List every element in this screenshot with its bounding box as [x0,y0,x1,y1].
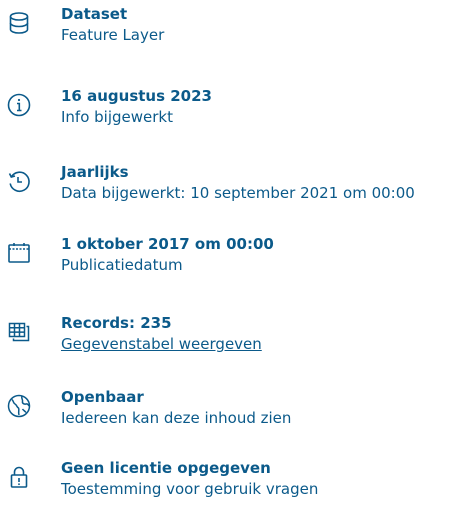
lock-icon [6,464,32,490]
view-data-table-link[interactable]: Gegevenstabel weergeven [61,333,473,355]
publication-date-subtitle: Publicatiedatum [61,256,183,274]
data-updated-subtitle: Data bijgewerkt: 10 september 2021 om 00… [61,184,415,202]
records-title: Records: 235 [61,314,172,332]
table-icon [6,319,32,345]
item-info-list: Dataset Feature Layer 16 augustus 2023 I… [0,0,473,507]
database-icon [6,10,32,36]
info-item-publication-date: 1 oktober 2017 om 00:00 Publicatiedatum [0,230,473,290]
info-item-info-updated: 16 augustus 2023 Info bijgewerkt [0,82,473,142]
license-title: Geen licentie opgegeven [61,459,271,477]
dataset-subtitle: Feature Layer [61,26,165,44]
update-frequency-title: Jaarlijks [61,163,129,181]
info-item-update-frequency: Jaarlijks Data bijgewerkt: 10 september … [0,158,473,218]
dataset-title: Dataset [61,5,128,23]
history-icon [6,168,32,194]
info-item-records: Records: 235 Gegevenstabel weergeven [0,309,473,369]
info-updated-title: 16 augustus 2023 [61,87,212,105]
calendar-icon [6,240,32,266]
info-updated-subtitle: Info bijgewerkt [61,108,173,126]
sharing-title: Openbaar [61,388,144,406]
info-item-license: Geen licentie opgegeven Toestemming voor… [0,454,473,507]
license-subtitle: Toestemming voor gebruik vragen [61,480,319,498]
info-icon [6,92,32,118]
sharing-subtitle: Iedereen kan deze inhoud zien [61,409,292,427]
info-item-dataset: Dataset Feature Layer [0,0,473,60]
globe-icon [6,393,32,419]
info-item-sharing: Openbaar Iedereen kan deze inhoud zien [0,383,473,443]
publication-date-title: 1 oktober 2017 om 00:00 [61,235,274,253]
